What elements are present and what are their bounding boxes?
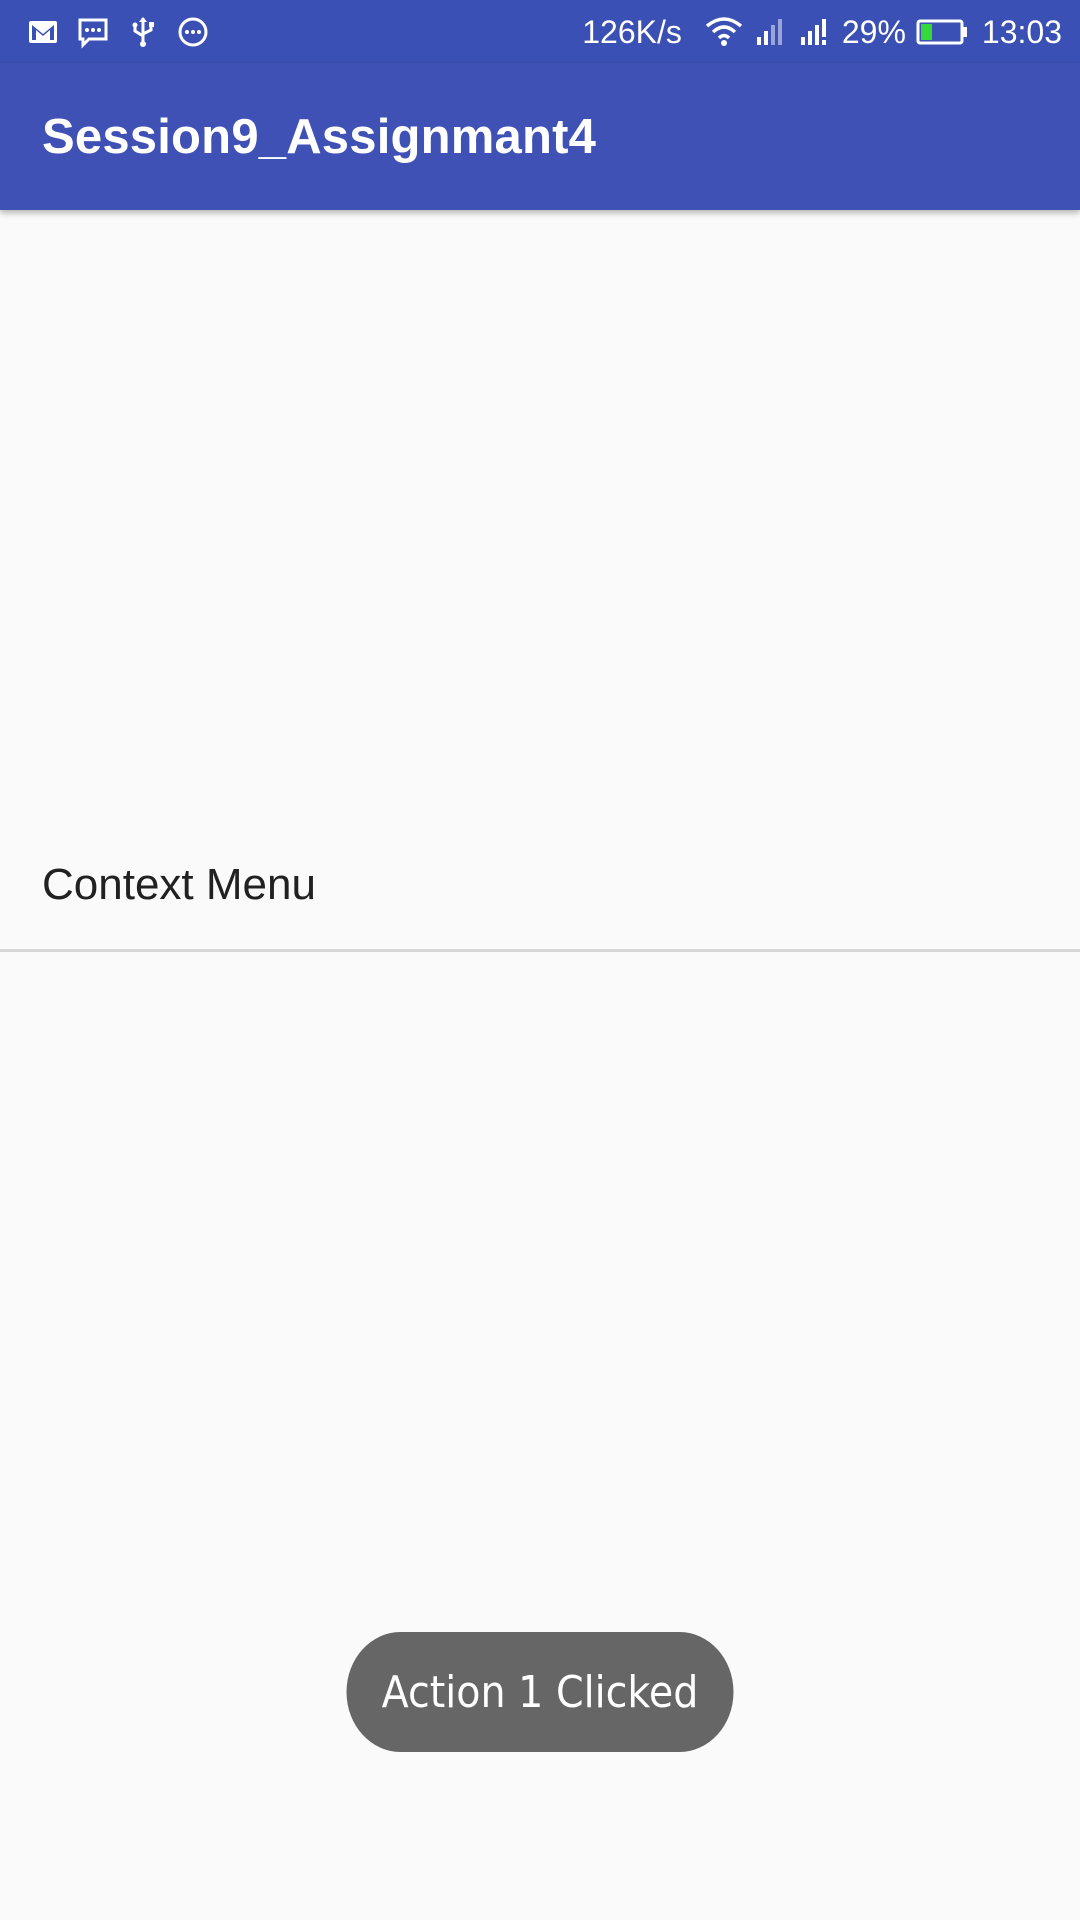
context-menu-label[interactable]: Context Menu [42, 860, 316, 910]
screen: 126K/s 29% 13:03 Session9_Assignmant4 Co… [0, 0, 1080, 1920]
gmail-icon [26, 15, 60, 49]
battery-percent: 29% [841, 13, 906, 50]
more-icon [176, 15, 210, 49]
toast-message: Action 1 Clicked [381, 1666, 699, 1718]
app-title: Session9_Assignmant4 [42, 110, 597, 164]
signal-icon [798, 15, 832, 49]
clock: 13:03 [981, 13, 1062, 50]
status-bar: 126K/s 29% 13:03 [0, 0, 1080, 63]
message-icon [76, 15, 110, 49]
divider [0, 949, 1080, 952]
app-bar: Session9_Assignmant4 [0, 63, 1080, 210]
status-bar-notifications [26, 14, 210, 50]
toast: Action 1 Clicked [346, 1632, 734, 1752]
signal-icon [754, 15, 788, 49]
battery-icon [916, 15, 968, 49]
status-bar-system: 126K/s 29% 13:03 [582, 10, 1062, 54]
wifi-icon [704, 15, 744, 49]
network-speed: 126K/s [582, 13, 682, 50]
usb-icon [126, 15, 160, 49]
